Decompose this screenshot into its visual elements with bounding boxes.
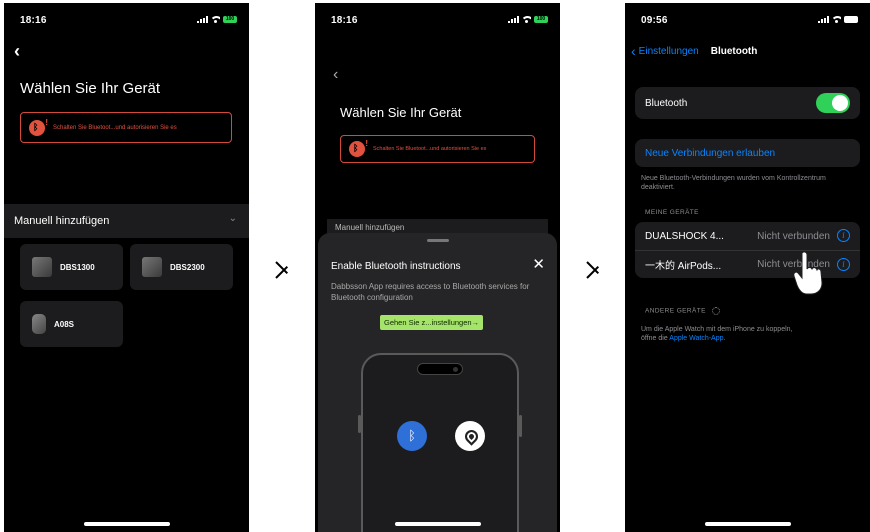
battery-icon — [844, 16, 858, 23]
manual-add-label: Manuell hinzufügen — [14, 215, 110, 227]
chevron-down-icon: ⌄ — [228, 213, 237, 224]
device-name: DBS2300 — [170, 262, 205, 272]
home-indicator — [83, 522, 170, 526]
bluetooth-alert-icon — [29, 118, 48, 136]
bluetooth-warning-banner[interactable]: Schalten Sie Bluetoot...und autorisieren… — [340, 135, 535, 163]
status-bar: 09:56 — [625, 3, 870, 33]
apple-watch-note-text: Um die Apple Watch mit dem iPhone zu kop… — [641, 326, 793, 333]
other-devices-label: ANDERE GERÄTE — [645, 307, 706, 315]
loading-spinner-icon — [711, 307, 720, 315]
phone-screen-bluetooth-instructions: 18:16 100 ‹ Wählen Sie Ihr Gerät Schalte… — [315, 3, 560, 532]
sheet-title: Enable Bluetooth instructions — [331, 261, 461, 272]
bluetooth-instructions-sheet: Enable Bluetooth instructions ✕ Dabbsson… — [318, 233, 557, 532]
pointing-hand-icon — [793, 251, 823, 295]
back-chevron-icon[interactable]: ‹ — [631, 43, 636, 59]
sheet-description: Dabbsson App requires access to Bluetoot… — [331, 282, 530, 302]
sheet-grabber[interactable] — [426, 239, 449, 242]
apple-watch-note: Um die Apple Watch mit dem iPhone zu kop… — [641, 325, 831, 343]
battery-icon: 100 — [223, 16, 237, 23]
bluetooth-alert-icon — [349, 139, 368, 157]
power-station-thumb — [32, 257, 52, 277]
page-title: Wählen Sie Ihr Gerät — [20, 80, 161, 97]
info-icon[interactable]: i — [837, 229, 850, 242]
allow-new-connections-link[interactable]: Neue Verbindungen erlauben — [645, 148, 775, 159]
home-indicator — [704, 522, 791, 526]
chevron-right-icon — [276, 255, 290, 283]
battery-pack-thumb — [32, 314, 46, 334]
bluetooth-label: Bluetooth — [645, 97, 688, 109]
device-card-a08s[interactable]: A08S — [20, 301, 123, 347]
device-name: DBS1300 — [60, 262, 95, 272]
status-bar: 18:16 100 — [4, 3, 249, 33]
warning-text: Schalten Sie Bluetoot...und autorisieren… — [53, 124, 177, 131]
bluetooth-toggle[interactable] — [816, 93, 850, 113]
nav-title: Bluetooth — [710, 45, 758, 57]
info-icon[interactable]: i — [837, 258, 850, 271]
bluetooth-row: Bluetooth — [635, 87, 860, 119]
go-to-settings-button[interactable]: Gehen Sie z...instellungen→ — [380, 315, 484, 330]
page-title: Wählen Sie Ihr Gerät — [340, 105, 462, 120]
bluetooth-warning-banner[interactable]: Schalten Sie Bluetoot...und autorisieren… — [20, 112, 232, 143]
device-name: 一木的 AirPods... — [645, 261, 722, 272]
wifi-icon — [832, 16, 841, 23]
device-status: Nicht verbunden — [757, 230, 830, 242]
bluetooth-icon: ᛒ — [397, 421, 427, 451]
status-time: 18:16 — [20, 15, 47, 26]
manual-add-header[interactable]: Manuell hinzufügen ⌄ — [4, 204, 249, 238]
warning-text: Schalten Sie Bluetoot...und autorisieren… — [373, 146, 487, 152]
status-bar: 18:16 100 — [315, 3, 560, 33]
location-icon — [455, 421, 485, 451]
device-name: DUALSHOCK 4... — [645, 230, 724, 242]
device-name: A08S — [54, 319, 75, 329]
power-station-thumb — [142, 257, 162, 277]
device-card-dbs1300[interactable]: DBS1300 — [20, 244, 123, 290]
side-button — [358, 415, 361, 433]
device-card-dbs2300[interactable]: DBS2300 — [130, 244, 233, 290]
allow-new-note: Neue Bluetooth-Verbindungen wurden vom K… — [641, 175, 826, 191]
wifi-icon — [211, 16, 220, 23]
signal-icon — [197, 16, 208, 23]
phone-screen-ios-bluetooth-settings: 09:56 ‹ Einstellungen Bluetooth Bluetoot… — [625, 3, 870, 532]
phone-illustration: ᛒ — [358, 353, 522, 532]
chevron-right-icon — [587, 255, 601, 283]
back-link[interactable]: Einstellungen — [639, 46, 699, 57]
allow-new-connections-row[interactable]: Neue Verbindungen erlauben — [635, 139, 860, 167]
home-indicator — [394, 522, 481, 526]
allow-new-group: Neue Verbindungen erlauben — [635, 139, 860, 167]
close-icon[interactable]: ✕ — [532, 255, 545, 273]
back-chevron-icon[interactable]: ‹ — [14, 41, 20, 62]
wifi-icon — [522, 16, 531, 23]
apple-watch-note-text: öffne die — [641, 335, 668, 342]
device-row-dualshock[interactable]: DUALSHOCK 4... Nicht verbunden i — [635, 222, 860, 250]
status-time: 18:16 — [331, 15, 358, 26]
signal-icon — [818, 16, 829, 23]
status-time: 09:56 — [641, 15, 668, 26]
my-devices-caption: MEINE GERÄTE — [645, 209, 699, 216]
other-devices-caption: ANDERE GERÄTE — [645, 307, 720, 315]
signal-icon — [508, 16, 519, 23]
phone-screen-device-selection: 18:16 100 ‹ Wählen Sie Ihr Gerät Schalte… — [4, 3, 249, 532]
side-button — [519, 415, 522, 437]
apple-watch-app-link[interactable]: Apple Watch-App — [669, 335, 723, 342]
apple-watch-note-text: . — [723, 335, 726, 342]
dynamic-island — [417, 363, 463, 375]
back-chevron-icon[interactable]: ‹ — [333, 66, 338, 84]
bluetooth-toggle-group: Bluetooth — [635, 87, 860, 119]
nav-bar: ‹ Einstellungen Bluetooth — [631, 43, 757, 59]
battery-icon: 100 — [534, 16, 548, 23]
